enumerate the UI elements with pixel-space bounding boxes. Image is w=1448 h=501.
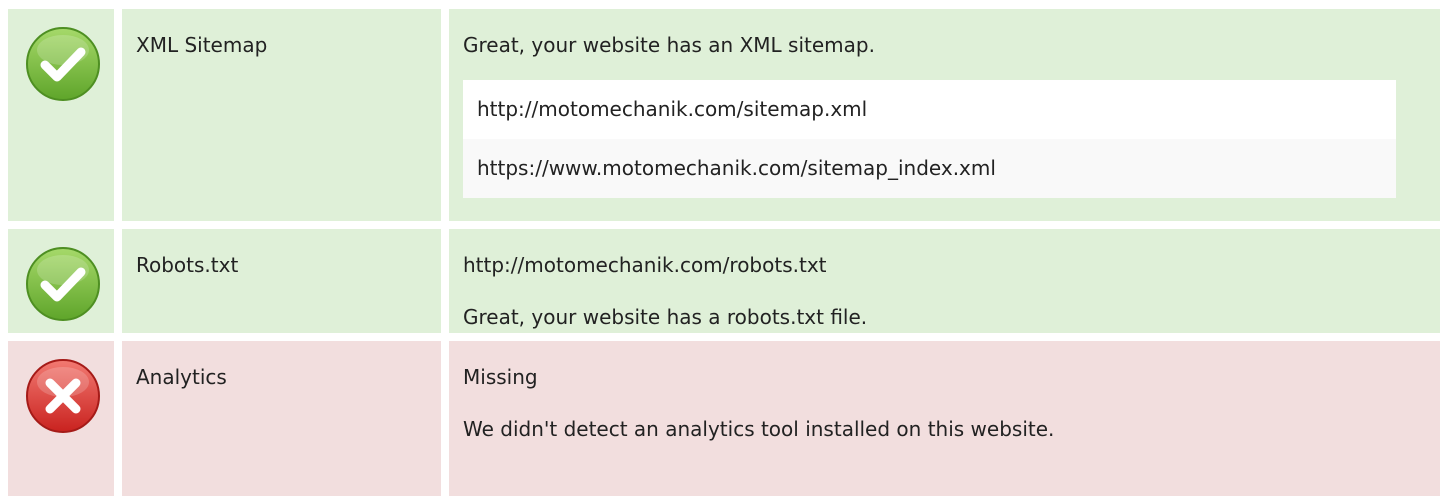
sitemap-url: https://www.motomechanik.com/sitemap_ind… [463, 139, 1396, 198]
status-cell [8, 341, 114, 496]
status-cell [8, 9, 114, 221]
check-row-robots-txt: Robots.txt http://motomechanik.com/robot… [0, 229, 1440, 333]
sitemap-url: http://motomechanik.com/sitemap.xml [463, 80, 1396, 139]
check-message: Great, your website has an XML sitemap. [463, 33, 875, 57]
check-detail-cell: Great, your website has an XML sitemap. … [449, 9, 1440, 221]
check-message: We didn't detect an analytics tool insta… [463, 417, 1055, 441]
check-name: XML Sitemap [136, 33, 268, 57]
sitemap-url-list: http://motomechanik.com/sitemap.xml http… [463, 80, 1396, 198]
check-circle-icon [23, 244, 103, 324]
check-name: Analytics [136, 365, 227, 389]
check-circle-icon [23, 24, 103, 104]
check-message: Great, your website has a robots.txt fil… [463, 305, 868, 329]
check-value: Missing [463, 365, 538, 389]
check-detail-cell: http://motomechanik.com/robots.txt Great… [449, 229, 1440, 333]
check-row-analytics: Analytics Missing We didn't detect an an… [0, 341, 1440, 496]
robots-url: http://motomechanik.com/robots.txt [463, 253, 827, 277]
cross-circle-icon [23, 356, 103, 436]
check-detail-cell: Missing We didn't detect an analytics to… [449, 341, 1440, 496]
check-name-cell: Analytics [122, 341, 441, 496]
check-name-cell: Robots.txt [122, 229, 441, 333]
check-row-xml-sitemap: XML Sitemap Great, your website has an X… [0, 9, 1440, 221]
check-name-cell: XML Sitemap [122, 9, 441, 221]
check-name: Robots.txt [136, 253, 239, 277]
seo-report: XML Sitemap Great, your website has an X… [0, 0, 1448, 501]
status-cell [8, 229, 114, 333]
